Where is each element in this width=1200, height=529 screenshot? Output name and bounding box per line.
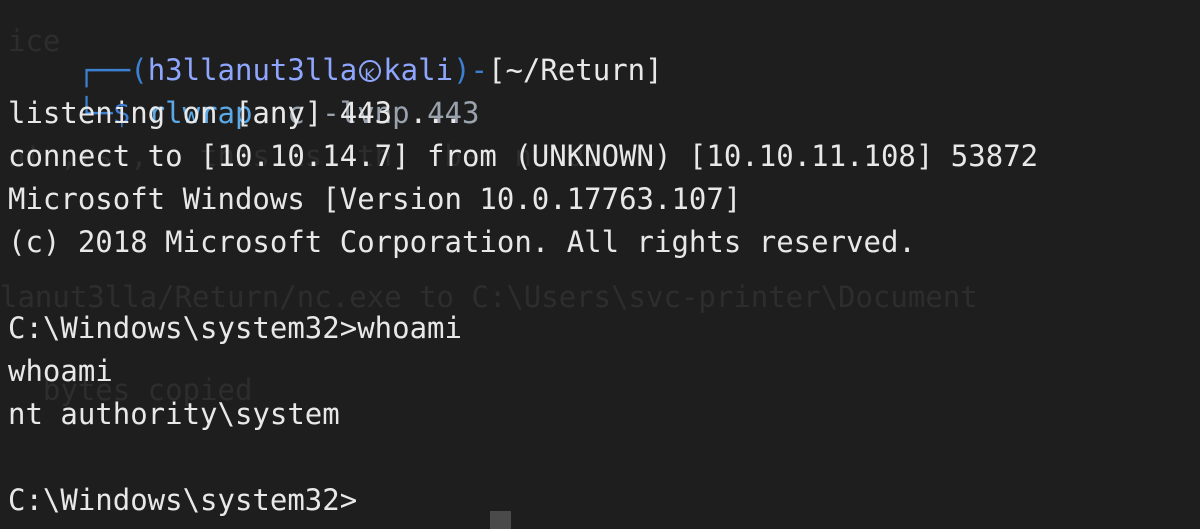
output-connect: connect to [10.10.14.7] from (UNKNOWN) [… bbox=[8, 139, 1039, 173]
output-whoami-result: nt authority\system bbox=[8, 397, 340, 431]
prompt-line-top: ┌──(h3llanut3llakali)-[~/Return] bbox=[8, 6, 663, 96]
command-line: └─$ rlwrap nc -lvnp 443 bbox=[8, 49, 480, 130]
cmd-prompt-current[interactable]: C:\Windows\system32> bbox=[8, 479, 357, 522]
text-cursor bbox=[490, 511, 511, 529]
terminal-window[interactable]: ice nt ,rs , this is th ber n di lanut3l… bbox=[0, 0, 1200, 529]
output-copyright: (c) 2018 Microsoft Corporation. All righ… bbox=[8, 225, 916, 259]
cmd-prompt-whoami: C:\Windows\system32>whoami bbox=[8, 311, 462, 345]
prompt-path: [~/Return] bbox=[488, 53, 663, 87]
output-version: Microsoft Windows [Version 10.0.17763.10… bbox=[8, 182, 742, 216]
output-whoami-echo: whoami bbox=[8, 354, 113, 388]
output-listening: listening on [any] 443 ... bbox=[8, 96, 462, 130]
